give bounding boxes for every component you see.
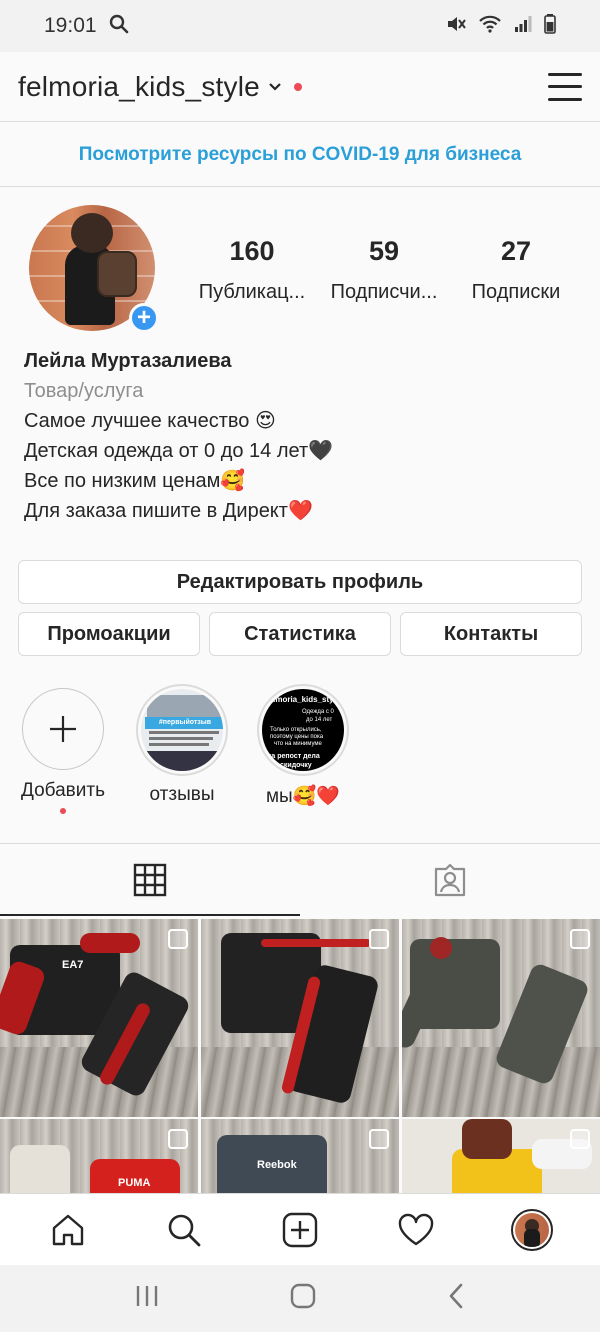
multi-post-icon [168, 1129, 188, 1149]
grid-icon [133, 863, 167, 897]
new-post-icon[interactable] [270, 1200, 330, 1260]
recent-apps-icon[interactable] [134, 1284, 160, 1313]
multi-post-icon [168, 929, 188, 949]
multi-post-icon [570, 929, 590, 949]
post-tile[interactable] [201, 919, 399, 1117]
post-tile[interactable]: PUMA [0, 1119, 198, 1193]
profile-tab-avatar[interactable] [502, 1200, 562, 1260]
post-grid: EA7 PUMA Reebok [0, 917, 600, 1193]
multi-post-icon [369, 929, 389, 949]
plus-icon [50, 716, 76, 742]
insights-button[interactable]: Статистика [209, 612, 391, 656]
bio-line: Все по низким ценам🥰 [24, 470, 246, 492]
multi-post-icon [570, 1129, 590, 1149]
notification-dot [60, 808, 66, 814]
profile-tabs [0, 843, 600, 916]
stat-posts-label: Публикац... [198, 281, 306, 303]
menu-icon-line [548, 72, 582, 76]
notification-dot [293, 82, 302, 91]
us-title: felmoria_kids_style [266, 695, 341, 704]
bio-line: Детская одежда от 0 до 14 лет🖤 [24, 440, 334, 462]
status-time: 19:01 [44, 14, 97, 37]
highlight-reviews-circle[interactable]: #первыйотзыв [136, 684, 228, 776]
highlight-label: мы🥰❤️ [265, 786, 341, 807]
us-line: за репост дела [268, 753, 320, 760]
status-bar: 19:01 [0, 0, 600, 52]
wifi-icon [478, 15, 502, 38]
profile-avatar-wrap[interactable]: + [29, 205, 159, 333]
menu-button[interactable] [548, 72, 582, 101]
profile-name: Лейла Муртазалиева [24, 350, 232, 372]
highlight-new-circle[interactable] [22, 688, 104, 770]
highlight-label: Добавить [21, 780, 105, 801]
bio-line: Самое лучшее качество 😍 [24, 410, 276, 432]
account-username[interactable]: felmoria_kids_style [18, 71, 260, 103]
post-tile[interactable]: EA7 [0, 919, 198, 1117]
system-navigation-bar [0, 1265, 600, 1332]
promotions-button[interactable]: Промоакции [18, 612, 200, 656]
tab-tagged[interactable] [300, 844, 600, 916]
home-icon[interactable] [38, 1200, 98, 1260]
highlight-thumbnail: #первыйотзыв [141, 689, 223, 771]
highlight-thumbnail: felmoria_kids_style Одежда с 0 до 14 лет… [262, 689, 344, 771]
edit-profile-button[interactable]: Редактировать профиль [18, 560, 582, 604]
bottom-nav [0, 1193, 600, 1265]
profile-category: Товар/услуга [24, 380, 144, 402]
stat-followers-label: Подписчи... [330, 281, 438, 303]
bio-line: Для заказа пишите в Директ❤️ [24, 500, 313, 522]
highlight-new[interactable]: Добавить [8, 684, 118, 814]
back-icon[interactable] [446, 1282, 466, 1315]
search-icon[interactable] [154, 1200, 214, 1260]
brand-label: Reebok [257, 1159, 297, 1171]
chevron-down-icon[interactable] [268, 82, 282, 92]
brand-label: EA7 [62, 959, 84, 971]
home-button-icon[interactable] [289, 1282, 317, 1315]
highlight-reviews[interactable]: #первыйотзыв отзывы [127, 684, 237, 806]
highlight-us[interactable]: felmoria_kids_style Одежда с 0 до 14 лет… [248, 684, 358, 808]
post-tile[interactable]: Reebok [201, 1119, 399, 1193]
tab-grid[interactable] [0, 844, 300, 916]
battery-icon [544, 13, 556, 39]
stat-following-label: Подписки [471, 281, 561, 303]
contacts-button[interactable]: Контакты [400, 612, 582, 656]
mute-icon [446, 15, 466, 38]
search-icon [109, 14, 129, 39]
profile-header: felmoria_kids_style [0, 52, 600, 122]
reviews-tag: #первыйотзыв [145, 717, 223, 729]
multi-post-icon [369, 1129, 389, 1149]
stat-followers-count: 59 [368, 236, 400, 266]
highlight-us-circle[interactable]: felmoria_kids_style Одежда с 0 до 14 лет… [257, 684, 349, 776]
us-line: Одежда с 0 [302, 709, 334, 715]
profile-bio: Лейла Муртазалиева Товар/услуга Самое лу… [24, 346, 584, 526]
stat-following[interactable]: 27 Подписки [450, 236, 582, 304]
menu-icon-line [548, 85, 582, 88]
stat-followers[interactable]: 59 Подписчи... [318, 236, 450, 304]
avatar [511, 1208, 553, 1251]
signal-icon [514, 15, 532, 38]
add-story-plus-icon[interactable]: + [129, 303, 159, 333]
us-line: поэтому цены пока [270, 734, 324, 740]
us-line: до 14 лет [306, 717, 333, 723]
highlight-label: отзывы [149, 784, 215, 805]
covid-resources-link[interactable]: Посмотрите ресурсы по COVID-19 для бизне… [0, 123, 600, 187]
post-tile[interactable] [402, 1119, 600, 1193]
stat-following-count: 27 [500, 236, 532, 266]
menu-icon-line [548, 97, 582, 101]
profile-stats: 160 Публикац... 59 Подписчи... 27 Подпис… [186, 236, 582, 304]
brand-label: PUMA [118, 1177, 151, 1189]
stat-posts-count: 160 [229, 236, 275, 266]
post-tile[interactable] [402, 919, 600, 1117]
activity-heart-icon[interactable] [386, 1200, 446, 1260]
us-line: Только открылись, [270, 727, 322, 733]
stat-posts[interactable]: 160 Публикац... [186, 236, 318, 304]
tagged-user-icon [434, 863, 466, 897]
us-line: скидочку [280, 762, 312, 769]
us-line: что на минимуме [274, 741, 322, 747]
